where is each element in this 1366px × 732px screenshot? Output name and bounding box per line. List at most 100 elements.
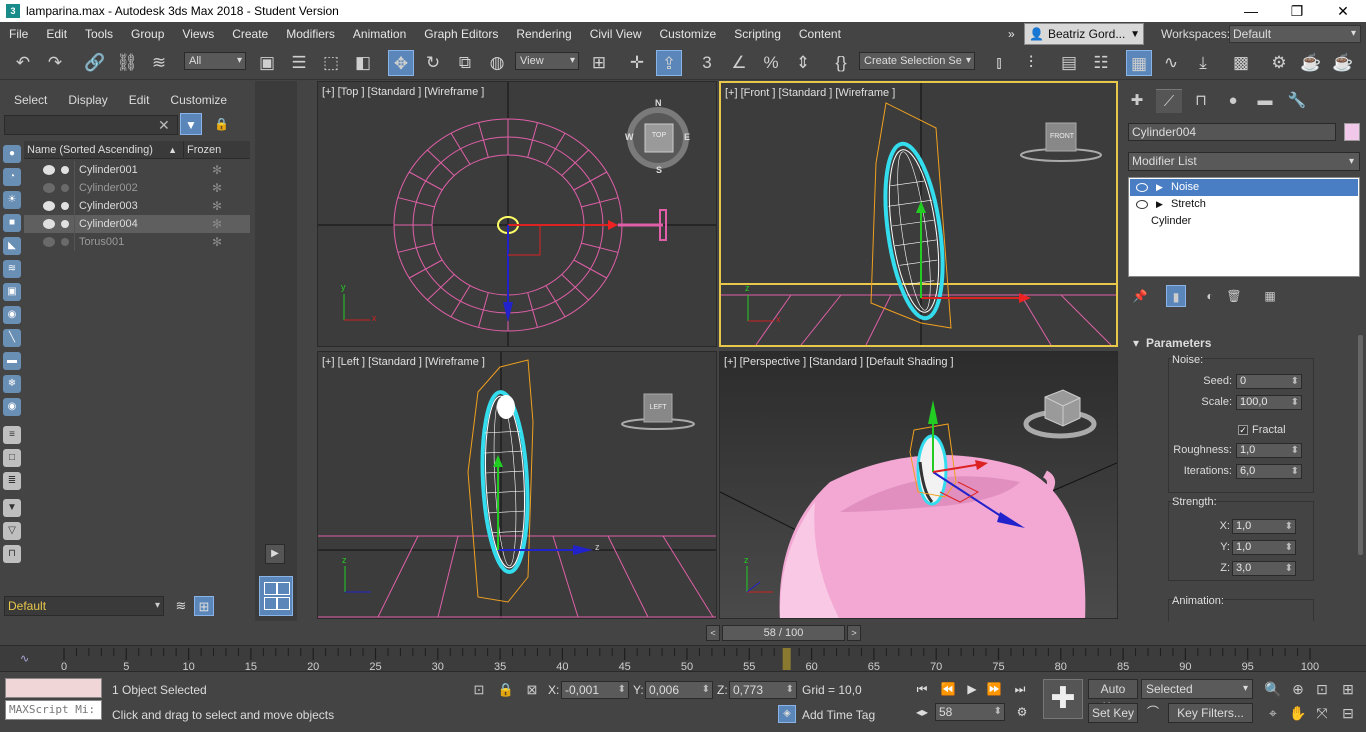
strength-x-spinner[interactable]: 1,0 (1232, 519, 1296, 534)
object-name-field[interactable]: Cylinder004 (1128, 123, 1336, 141)
edit-named-selection-icon[interactable]: {} (828, 50, 854, 76)
column-frozen[interactable]: Frozen (184, 141, 221, 158)
roughness-spinner[interactable]: 1,0 (1236, 443, 1302, 458)
strength-z-spinner[interactable]: 3,0 (1232, 561, 1296, 576)
viewport-front[interactable]: [+] [Front ] [Standard ] [Wireframe ] FR… (719, 81, 1118, 347)
spinner-snap-icon[interactable]: ⇕ (790, 50, 816, 76)
display-frozen-icon[interactable]: ❄ (3, 375, 21, 393)
clear-icon[interactable]: ✕ (158, 115, 170, 135)
layer-explorer-icon[interactable]: ☷ (1088, 50, 1114, 76)
motion-tab-icon[interactable]: ● (1220, 89, 1246, 113)
filter-funnel-icon[interactable]: ▽ (3, 522, 21, 540)
layer-select[interactable]: Default (4, 596, 164, 616)
menu-tools[interactable]: Tools (76, 22, 122, 46)
viewport-label[interactable]: [+] [Left ] [Standard ] [Wireframe ] (322, 356, 485, 368)
toggle-ribbon-icon[interactable]: ▦ (1126, 50, 1152, 76)
four-viewport-layout-icon[interactable] (259, 576, 293, 616)
isolate-selection-icon[interactable]: ⊡ (470, 681, 488, 699)
y-coord-field[interactable]: 0,006 (645, 681, 713, 699)
tab-edit[interactable]: Edit (115, 89, 157, 111)
fractal-checkbox[interactable]: ✓ (1238, 425, 1248, 435)
display-invert-icon[interactable]: ≣ (3, 472, 21, 490)
visibility-eye-icon[interactable] (43, 237, 55, 247)
select-by-name-icon[interactable]: ☰ (286, 50, 312, 76)
snowflake-icon[interactable]: ✻ (184, 161, 250, 179)
tab-select[interactable]: Select (0, 89, 54, 111)
track-bar[interactable]: ∿ 0 5 10 15 20 25 30 35 40 45 50 55 60 65 70 75 80 85 90 95… (0, 645, 1366, 673)
lock-icon[interactable]: 🔒 (214, 117, 229, 131)
viewport-top[interactable]: [+] [Top ] [Standard ] [Wireframe ] TOP … (317, 81, 717, 347)
snaps-toggle-icon[interactable]: 3 (694, 50, 720, 76)
add-time-tag[interactable]: Add Time Tag (802, 708, 875, 722)
modify-tab-icon[interactable]: ⟋ (1156, 89, 1182, 113)
strength-y-spinner[interactable]: 1,0 (1232, 540, 1296, 555)
filter-selected-icon[interactable]: ▼ (3, 499, 21, 517)
zoom-all-icon[interactable]: ⊕ (1288, 679, 1308, 699)
named-selection-set-select[interactable]: Create Selection Se (859, 52, 975, 70)
render-bulb-icon[interactable] (61, 166, 69, 174)
viewport-perspective[interactable]: [+] [Perspective ] [Standard ] [Default … (719, 351, 1118, 619)
render-bulb-icon[interactable] (61, 202, 69, 210)
select-and-rotate-icon[interactable]: ↻ (420, 50, 446, 76)
go-to-start-icon[interactable]: ⏮ (912, 680, 932, 698)
maxscript-listener-input[interactable]: MAXScript Mi: (5, 700, 102, 720)
visibility-eye-icon[interactable] (43, 201, 55, 211)
snowflake-icon[interactable]: ✻ (184, 179, 250, 197)
zoom-extents-all-icon[interactable]: ⊞ (1338, 679, 1358, 699)
previous-key-icon[interactable]: ⏪ (938, 680, 958, 698)
menu-modifiers[interactable]: Modifiers (277, 22, 344, 46)
menu-views[interactable]: Views (173, 22, 223, 46)
time-slider-track[interactable]: < 58 / 100 > (706, 625, 861, 641)
display-space-warps-icon[interactable]: ≋ (3, 260, 21, 278)
time-tag-icon[interactable]: ◈ (778, 705, 796, 723)
display-containers-icon[interactable]: ▬ (3, 352, 21, 370)
selection-filter-select[interactable]: All (184, 52, 246, 70)
play-icon[interactable]: ▶ (962, 680, 982, 698)
zoom-icon[interactable]: 🔍 (1263, 679, 1283, 699)
minimize-icon[interactable]: — (1228, 0, 1274, 22)
workspace-select[interactable]: Default ▾ (1229, 25, 1361, 43)
pin-stack-icon[interactable]: 📌 (1130, 285, 1150, 307)
render-bulb-icon[interactable] (61, 184, 69, 192)
menu-edit[interactable]: Edit (37, 22, 76, 46)
column-name[interactable]: Name (Sorted Ascending) ▲ (24, 141, 184, 158)
iterations-spinner[interactable]: 6,0 (1236, 464, 1302, 479)
reference-coordinate-select[interactable]: View (515, 52, 579, 70)
display-shapes-icon[interactable]: ◔ (3, 168, 21, 186)
menu-group[interactable]: Group (122, 22, 173, 46)
x-coord-field[interactable]: -0,001 (561, 681, 629, 699)
rectangular-selection-icon[interactable]: ⬚ (318, 50, 344, 76)
set-key-button[interactable]: Set Key (1088, 703, 1138, 723)
viewport-left[interactable]: [+] [Left ] [Standard ] [Wireframe ] LEF… (317, 351, 717, 619)
seed-spinner[interactable]: 0 (1236, 374, 1302, 389)
display-all-icon[interactable]: ≡ (3, 426, 21, 444)
select-manipulate-icon[interactable]: ✛ (624, 50, 650, 76)
user-account-button[interactable]: 👤 Beatriz Gord... ▼ (1024, 23, 1144, 45)
link-icon[interactable]: 🔗 (82, 50, 108, 76)
schematic-view-icon[interactable]: ⤓ (1190, 50, 1216, 76)
material-editor-icon[interactable]: ▩ (1228, 50, 1254, 76)
render-setup-icon[interactable]: ⚙ (1266, 50, 1292, 76)
find-input[interactable] (4, 115, 178, 135)
snowflake-icon[interactable]: ✻ (184, 233, 250, 251)
close-icon[interactable]: ✕ (1320, 0, 1366, 22)
table-row[interactable]: Cylinder003 ✻ (24, 197, 250, 215)
menu-graph-editors[interactable]: Graph Editors (415, 22, 507, 46)
next-key-icon[interactable]: ⏩ (984, 680, 1004, 698)
menu-animation[interactable]: Animation (344, 22, 415, 46)
display-none-icon[interactable]: □ (3, 449, 21, 467)
command-panel-scrollbar[interactable] (1358, 335, 1363, 555)
absolute-relative-toggle-icon[interactable]: ⊠ (523, 681, 541, 699)
modifier-list-select[interactable]: Modifier List (1128, 152, 1360, 171)
select-and-place-icon[interactable]: ◍ (484, 50, 510, 76)
parameters-rollout-title[interactable]: Parameters (1128, 335, 1360, 351)
display-bones-icon[interactable]: ╲ (3, 329, 21, 347)
display-xrefs-icon[interactable]: ◉ (3, 306, 21, 324)
previous-frame-icon[interactable]: < (706, 625, 720, 641)
time-configuration-icon[interactable]: ⚙ (1012, 703, 1032, 721)
select-and-scale-icon[interactable]: ⧉ (452, 50, 478, 76)
auto-key-button[interactable]: Auto Key (1088, 679, 1138, 714)
display-tab-icon[interactable]: ▬ (1252, 89, 1278, 113)
zoom-extents-icon[interactable]: ⊡ (1312, 679, 1332, 699)
create-tab-icon[interactable]: ✚ (1124, 89, 1150, 113)
